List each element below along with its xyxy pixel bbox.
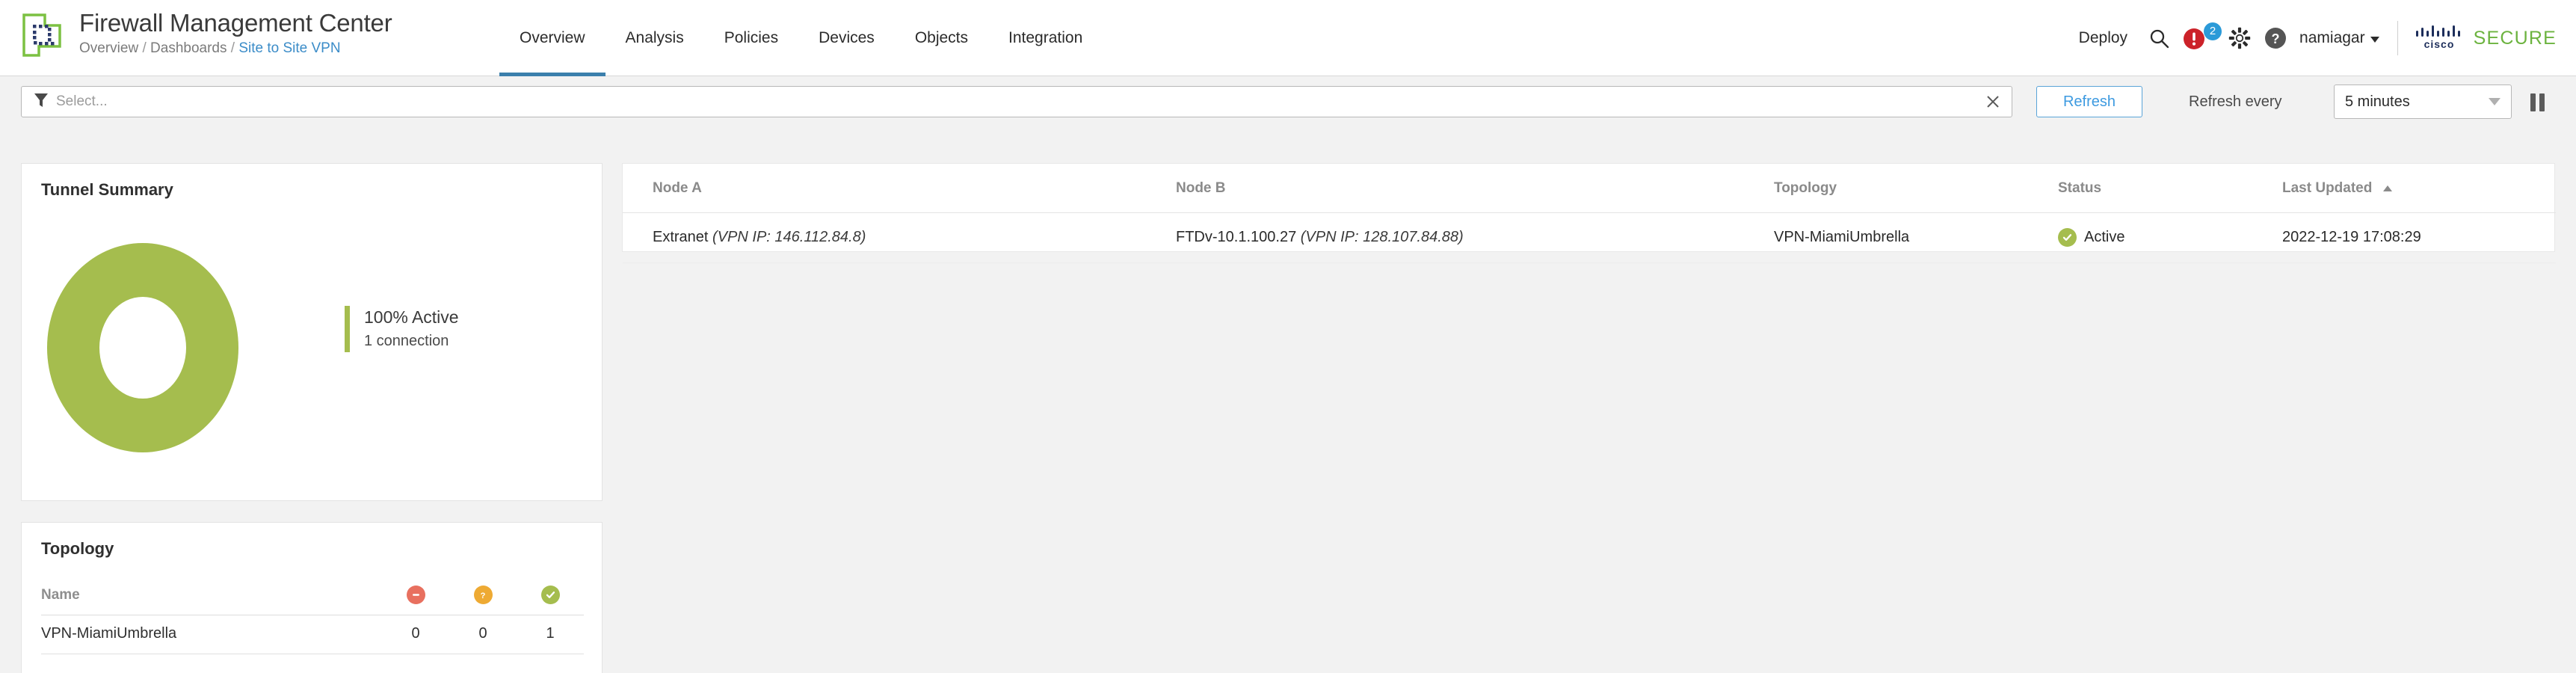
status-active-icon	[2058, 228, 2077, 247]
alert-exclamation-icon	[2183, 28, 2205, 54]
search-icon[interactable]	[2141, 20, 2177, 56]
topology-header-row: Name ?	[41, 578, 584, 615]
status-badge: Active	[2084, 229, 2125, 245]
question-circle-icon[interactable]: ?	[2258, 20, 2293, 56]
topology-row-active: 1	[517, 615, 584, 654]
chevron-down-icon	[2489, 98, 2500, 105]
refresh-interval-value: 5 minutes	[2345, 93, 2410, 110]
legend-connection-count: 1 connection	[364, 333, 449, 349]
tunnel-list-table: Node A Node B Topology Status Last Updat…	[623, 164, 2556, 263]
topology-title: Topology	[41, 539, 114, 558]
tunnel-summary-card: Tunnel Summary 100% Active 1 connection	[21, 163, 603, 501]
secure-wordmark: SECURE	[2473, 27, 2557, 49]
funnel-icon	[34, 92, 49, 112]
cell-node-a: Extranet (VPN IP: 146.112.84.8)	[623, 212, 1176, 263]
refresh-interval-select[interactable]: 5 minutes	[2334, 84, 2512, 119]
topology-row-name: VPN-MiamiUmbrella	[41, 615, 382, 654]
tunnel-list-card: Node A Node B Topology Status Last Updat…	[622, 163, 2556, 263]
alert-notifications-button[interactable]: 2	[2183, 20, 2222, 56]
breadcrumb-dashboards[interactable]: Dashboards	[150, 40, 227, 56]
alert-badge-count: 2	[2204, 22, 2222, 40]
page-title: Firewall Management Center	[79, 9, 392, 37]
deploy-button[interactable]: Deploy	[2065, 29, 2141, 47]
pause-icon[interactable]	[2530, 93, 2545, 111]
topology-card: Topology Name ? VPN-MiamiUmbrella 0 0 1	[21, 522, 603, 673]
status-active-icon	[540, 586, 560, 604]
cell-node-b: FTDv-10.1.100.27 (VPN IP: 128.107.84.88)	[1176, 212, 1774, 263]
refresh-every-label: Refresh every	[2189, 93, 2282, 110]
topology-row-down: 0	[382, 615, 449, 654]
tab-objects[interactable]: Objects	[895, 0, 988, 76]
main-navigation: Overview Analysis Policies Devices Objec…	[499, 0, 1103, 76]
topology-col-name[interactable]: Name	[41, 578, 382, 615]
status-unknown-icon: ?	[473, 586, 493, 604]
svg-text:?: ?	[2272, 31, 2280, 46]
tab-analysis[interactable]: Analysis	[606, 0, 704, 76]
col-header-last-updated[interactable]: Last Updated	[2282, 164, 2556, 213]
brand-block: Firewall Management Center Overview / Da…	[21, 9, 392, 58]
node-a-name: Extranet	[653, 229, 709, 245]
tab-integration[interactable]: Integration	[988, 0, 1103, 76]
filter-select-box[interactable]	[21, 86, 2012, 117]
chevron-down-icon	[2370, 36, 2379, 43]
tunnel-summary-donut-chart[interactable]	[41, 239, 244, 457]
topology-col-active[interactable]	[517, 578, 584, 615]
tunnel-summary-title: Tunnel Summary	[41, 180, 173, 199]
tunnel-list-header-row: Node A Node B Topology Status Last Updat…	[623, 164, 2556, 213]
col-header-last-updated-label: Last Updated	[2282, 180, 2373, 196]
breadcrumb: Overview / Dashboards / Site to Site VPN	[79, 40, 392, 58]
table-row[interactable]: VPN-MiamiUmbrella 0 0 1	[41, 615, 584, 654]
user-menu-button[interactable]: namiagar	[2293, 29, 2387, 47]
tunnel-summary-legend: 100% Active 1 connection	[345, 306, 459, 352]
col-header-node-a[interactable]: Node A	[623, 164, 1176, 213]
app-header: Firewall Management Center Overview / Da…	[0, 0, 2576, 76]
filter-input[interactable]	[56, 93, 1983, 110]
cell-last-updated: 2022-12-19 17:08:29	[2282, 212, 2556, 263]
legend-active-percent: 100% Active	[364, 307, 459, 327]
dashboard-toolbar: Refresh Refresh every 5 minutes	[0, 77, 2576, 126]
breadcrumb-root[interactable]: Overview	[79, 40, 138, 56]
topology-table: Name ? VPN-MiamiUmbrella 0 0 1	[41, 578, 584, 654]
svg-text:?: ?	[481, 591, 486, 600]
breadcrumb-sep-2: /	[230, 40, 235, 56]
topology-col-unknown[interactable]: ?	[449, 578, 517, 615]
header-actions: Deploy 2 ? namiagar cisco SECURE	[2065, 0, 2557, 76]
tab-overview[interactable]: Overview	[499, 0, 606, 76]
sort-ascending-icon	[2382, 185, 2392, 191]
col-header-topology[interactable]: Topology	[1774, 164, 2058, 213]
node-b-name: FTDv-10.1.100.27	[1176, 229, 1297, 245]
cell-topology: VPN-MiamiUmbrella	[1774, 212, 2058, 263]
topology-col-down[interactable]	[382, 578, 449, 615]
node-b-vpn-ip: (VPN IP: 128.107.84.88)	[1300, 229, 1464, 245]
breadcrumb-current[interactable]: Site to Site VPN	[238, 40, 340, 56]
tab-devices[interactable]: Devices	[798, 0, 895, 76]
close-x-icon[interactable]	[1983, 92, 2003, 111]
firewall-chip-logo-icon	[21, 12, 63, 58]
user-name-label: namiagar	[2299, 29, 2365, 46]
tab-policies[interactable]: Policies	[704, 0, 798, 76]
node-a-vpn-ip: (VPN IP: 146.112.84.8)	[712, 229, 866, 245]
svg-text:cisco: cisco	[2424, 38, 2454, 49]
breadcrumb-sep-1: /	[142, 40, 147, 56]
cisco-secure-logo: cisco SECURE	[2415, 24, 2557, 53]
status-down-icon	[406, 586, 425, 604]
header-divider	[2397, 21, 2398, 55]
cell-status: Active	[2058, 212, 2282, 263]
cisco-bridge-icon: cisco	[2415, 24, 2464, 53]
legend-color-swatch	[345, 306, 350, 352]
gear-icon[interactable]	[2222, 20, 2258, 56]
col-header-node-b[interactable]: Node B	[1176, 164, 1774, 213]
table-row[interactable]: Extranet (VPN IP: 146.112.84.8) FTDv-10.…	[623, 212, 2556, 263]
topology-row-unknown: 0	[449, 615, 517, 654]
refresh-button[interactable]: Refresh	[2036, 86, 2142, 117]
col-header-status[interactable]: Status	[2058, 164, 2282, 213]
